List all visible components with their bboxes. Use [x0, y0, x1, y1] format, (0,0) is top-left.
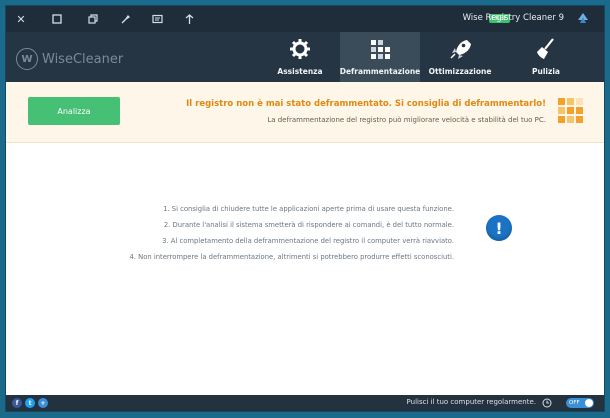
tab-label: Assistenza: [277, 67, 323, 76]
pin-icon[interactable]: [180, 10, 198, 28]
blocks-icon: [371, 40, 390, 59]
restore-icon[interactable]: [84, 10, 102, 28]
twitter-icon[interactable]: t: [25, 398, 35, 408]
rocket-icon: [450, 40, 471, 59]
share-icon[interactable]: +: [38, 398, 48, 408]
tab-label: Pulizia: [532, 67, 560, 76]
brand-w-icon: W: [16, 48, 38, 70]
window-title: Wise Registry Cleaner 9: [462, 13, 564, 23]
tools-icon: [290, 39, 310, 59]
main-navigation: W WiseCleaner Assistenza Deframmentazion…: [6, 32, 604, 82]
defrag-tips-list: 1. Si consiglia di chiudere tutte le app…: [129, 201, 454, 265]
defrag-grid-icon: [558, 98, 583, 123]
tip-item: 3. Al completamento della deframmentazio…: [162, 237, 454, 245]
skin-icon[interactable]: [116, 10, 134, 28]
tab-assistenza[interactable]: Assistenza: [260, 32, 340, 82]
tip-item: 2. Durante l'analisi il sistema smetterà…: [163, 221, 454, 229]
analyze-button[interactable]: Analizza: [28, 97, 120, 125]
tab-pulizia[interactable]: Pulizia: [506, 32, 586, 82]
toggle-knob: [585, 399, 593, 407]
toggle-label: OFF: [569, 400, 580, 406]
info-icon: !: [486, 215, 512, 241]
notice-subtitle: La deframmentazione del registro può mig…: [267, 116, 546, 124]
feedback-icon[interactable]: [148, 10, 166, 28]
tip-item: 4. Non interrompere la deframmentazione,…: [129, 253, 454, 261]
close-icon[interactable]: ✕: [12, 10, 30, 28]
tab-label: Deframmentazione: [339, 67, 421, 76]
tip-item: 1. Si consiglia di chiudere tutte le app…: [163, 205, 454, 213]
tab-ottimizzazione[interactable]: Ottimizzazione: [420, 32, 500, 82]
schedule-text: Pulisci il tuo computer regolarmente.: [406, 398, 536, 406]
defrag-notice-banner: Analizza Il registro non è mai stato def…: [6, 82, 604, 143]
status-footer: f t + Pulisci il tuo computer regolarmen…: [6, 395, 604, 411]
notice-title: Il registro non è mai stato deframmentat…: [186, 99, 546, 109]
facebook-icon[interactable]: f: [12, 398, 22, 408]
app-window: ✕ FREE Wise Registry Cleaner 9 W WiseCle…: [6, 6, 604, 411]
tab-deframmentazione[interactable]: Deframmentazione: [340, 32, 420, 82]
brand-name: WiseCleaner: [42, 51, 124, 67]
title-bar: ✕ FREE Wise Registry Cleaner 9: [6, 6, 604, 32]
app-logo-icon: [578, 13, 588, 23]
maximize-icon[interactable]: [48, 10, 66, 28]
broom-icon: [537, 38, 554, 59]
tab-label: Ottimizzazione: [428, 67, 492, 76]
brand-logo: W WiseCleaner: [16, 48, 123, 70]
clock-icon: [542, 398, 552, 408]
schedule-toggle[interactable]: OFF: [566, 398, 594, 408]
